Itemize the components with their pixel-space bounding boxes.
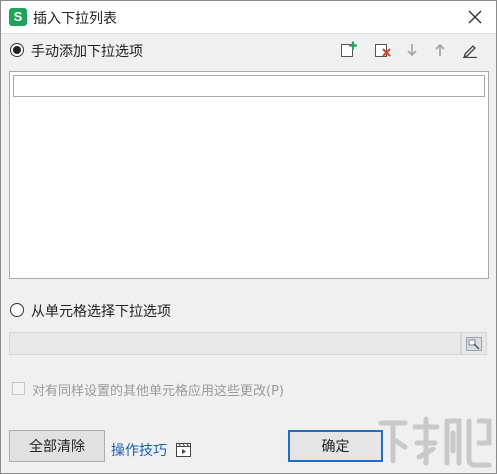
edit-item-button[interactable] [461,41,479,59]
range-select-icon [466,336,482,351]
apply-all-checkbox[interactable] [12,382,25,395]
move-down-button[interactable] [403,41,421,59]
manual-options-radio[interactable] [10,43,24,57]
options-list [9,71,489,279]
clear-all-button[interactable]: 全部清除 [9,430,105,462]
insert-dropdown-dialog: S 插入下拉列表 手动添加下拉选项 从单元格选择下拉选项 对有同样设置的其他单元… [0,0,497,474]
ok-button[interactable]: 确定 [288,430,383,462]
close-icon [468,10,482,24]
move-up-icon [435,43,445,56]
close-button[interactable] [463,5,487,29]
add-item-icon [341,41,357,57]
watermark-logo [378,416,492,468]
apply-all-label: 对有同样设置的其他单元格应用这些更改(P) [32,384,284,399]
move-up-button[interactable] [431,41,449,59]
delete-item-button[interactable] [374,41,392,59]
add-item-button[interactable] [340,41,358,59]
range-picker-button[interactable] [461,332,487,355]
title-bar: S 插入下拉列表 [1,1,496,34]
wps-spreadsheet-app-icon: S [9,8,27,26]
dialog-title: 插入下拉列表 [33,11,117,27]
from-cells-label: 从单元格选择下拉选项 [31,304,171,320]
option-item-input[interactable] [13,75,485,97]
video-tips-icon[interactable] [176,443,191,457]
from-cells-radio[interactable] [10,303,24,317]
edit-icon [463,45,477,58]
move-down-icon [407,44,417,57]
manual-options-label: 手动添加下拉选项 [31,44,143,60]
cell-range-input[interactable] [9,332,461,355]
tips-link[interactable]: 操作技巧 [111,440,167,460]
delete-item-icon [375,44,391,57]
